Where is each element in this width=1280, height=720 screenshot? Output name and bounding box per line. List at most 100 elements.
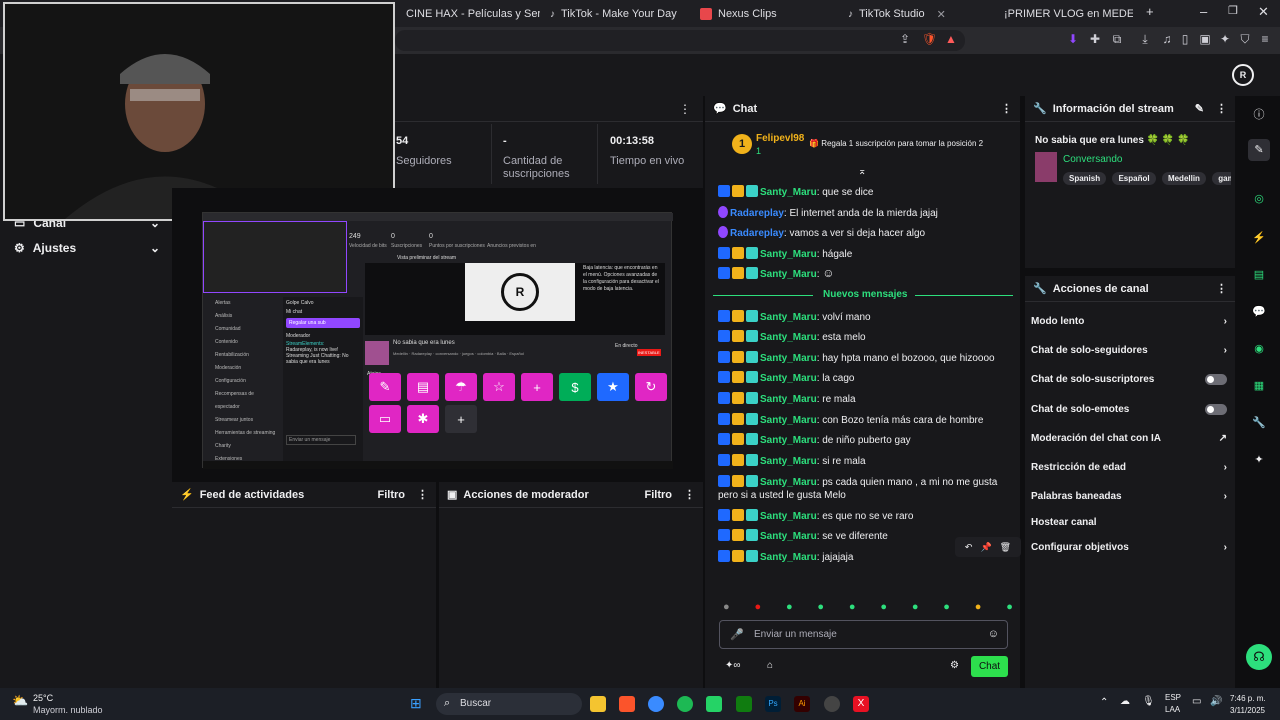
headset-support-icon[interactable]: ☊: [1246, 644, 1272, 670]
add-extension-icon[interactable]: ✦: [1248, 449, 1270, 471]
extension-icon[interactable]: ⧉: [1110, 32, 1124, 46]
emote-icon[interactable]: ●: [943, 601, 950, 615]
windows-start-icon[interactable]: ⊞: [410, 695, 428, 713]
lang-code[interactable]: ESP: [1165, 693, 1181, 702]
clock-time[interactable]: 7:46 p. m.: [1230, 694, 1266, 703]
delete-icon[interactable]: 🗑: [1000, 542, 1011, 553]
chat-username[interactable]: Santy_Maru: [760, 187, 817, 198]
minimize-button[interactable]: –: [1200, 4, 1207, 19]
reply-icon[interactable]: ↶: [965, 542, 973, 553]
emote-icon[interactable]: ●: [975, 601, 982, 615]
whatsapp-icon[interactable]: [706, 696, 722, 712]
send-chat-button[interactable]: Chat: [971, 656, 1008, 677]
wrench-icon[interactable]: 🔧: [1248, 412, 1270, 434]
target-icon[interactable]: ◎: [1248, 188, 1270, 210]
more-options-icon[interactable]: ⋮: [684, 488, 695, 501]
chat-username[interactable]: Santy_Maru: [760, 394, 817, 405]
action-age-restriction[interactable]: Restricción de edad ›: [1031, 462, 1227, 473]
puzzle-icon[interactable]: ✚: [1088, 32, 1102, 46]
action-followers-only[interactable]: Chat de solo-seguidores ›: [1031, 345, 1227, 356]
new-tab-button[interactable]: +: [1146, 4, 1154, 19]
chat-message[interactable]: Santy_Maru: que se dice: [718, 185, 1012, 199]
search-box[interactable]: ⌕ Buscar: [436, 693, 582, 715]
chat-username[interactable]: Santy_Maru: [760, 531, 817, 542]
gift-sub-prompt[interactable]: 🎁 Regala 1 suscripción para tomar la pos…: [809, 139, 983, 148]
menu-icon[interactable]: ≡: [1258, 32, 1272, 46]
edit-icon[interactable]: ✎: [1195, 102, 1204, 115]
brave-icon[interactable]: [619, 696, 635, 712]
browser-tab-2[interactable]: ♪ TikTok - Make Your Day: [550, 4, 685, 24]
layout-icon[interactable]: ▦: [1248, 375, 1270, 397]
clock-date[interactable]: 3/11/2025: [1230, 706, 1265, 715]
download-icon[interactable]: ⤓: [1138, 32, 1152, 46]
illustrator-icon[interactable]: Ai: [794, 696, 810, 712]
pencil-icon[interactable]: ✎: [1248, 139, 1270, 161]
wallet-icon[interactable]: ▣: [1198, 32, 1212, 46]
sidebar-item-settings[interactable]: ⚙ Ajustes ⌄: [14, 241, 160, 255]
browser-tab-1[interactable]: CINE HAX - Películas y Series GRA: [400, 4, 540, 24]
emote-icon[interactable]: ●: [880, 601, 887, 615]
emoji-icon[interactable]: ☺: [988, 628, 999, 640]
emote-icon[interactable]: ●: [849, 601, 856, 615]
chat-message[interactable]: Radareplay: vamos a ver si deja hacer al…: [718, 226, 1012, 240]
sidebar-toggle-icon[interactable]: ▯: [1178, 32, 1192, 46]
chat-username[interactable]: Santy_Maru: [760, 312, 817, 323]
chat-username[interactable]: Santy_Maru: [760, 332, 817, 343]
lang-layout[interactable]: LAA: [1165, 705, 1180, 714]
filter-button[interactable]: Filtro: [645, 489, 673, 501]
chat-username[interactable]: Santy_Maru: [760, 456, 817, 467]
volume-icon[interactable]: 🔊: [1210, 696, 1222, 707]
chat-username[interactable]: Santy_Maru: [760, 249, 817, 260]
browser-tab-5[interactable]: ¡PRIMER VLOG en MEDELLIN! co: [998, 4, 1133, 24]
chat-settings-icon[interactable]: ⚙: [950, 660, 959, 671]
chat-message[interactable]: Santy_Maru: con Bozo tenía más cara de h…: [718, 413, 1012, 427]
extension-twitch-icon[interactable]: ⬇: [1066, 32, 1080, 46]
more-options-icon[interactable]: ⋮: [1216, 282, 1227, 295]
info-icon[interactable]: ⓘ: [1248, 104, 1270, 126]
browser-tab-4[interactable]: ♪ TikTok Studio ✕: [848, 4, 983, 24]
chat-message[interactable]: Santy_Maru: ☺: [718, 267, 1012, 281]
emote-icon[interactable]: ●: [754, 601, 761, 615]
weather-icon[interactable]: ⛅: [12, 693, 28, 709]
chat-input[interactable]: 🎤 Enviar un mensaje ☺: [719, 620, 1008, 649]
chat-message[interactable]: Santy_Maru: ps cada quien mano , a mi no…: [718, 475, 1012, 502]
microphone-icon[interactable]: 🎤: [730, 628, 744, 641]
chat-message[interactable]: Santy_Maru: hay hpta mano el bozooo, que…: [718, 351, 1012, 365]
chat-username[interactable]: Santy_Maru: [760, 435, 817, 446]
lightning-icon[interactable]: ⚡: [1248, 227, 1270, 249]
photoshop-icon[interactable]: Ps: [765, 696, 781, 712]
chat-message[interactable]: Santy_Maru: volví mano: [718, 310, 1012, 324]
chat-message[interactable]: Santy_Maru: de niño puberto gay: [718, 433, 1012, 447]
brave-rewards-icon[interactable]: ▲: [944, 32, 958, 46]
chat-message[interactable]: Santy_Maru: hágale: [718, 247, 1012, 261]
chat-username[interactable]: Santy_Maru: [760, 477, 817, 488]
cloud-icon[interactable]: ☁: [1120, 696, 1130, 707]
emote-icon[interactable]: ●: [723, 601, 730, 615]
more-options-icon[interactable]: ⋮: [417, 488, 428, 501]
broadcast-icon[interactable]: ◉: [1248, 338, 1270, 360]
emotes-only-toggle[interactable]: [1205, 404, 1227, 415]
chat-username[interactable]: Santy_Maru: [760, 415, 817, 426]
action-slow-mode[interactable]: Modo lento ›: [1031, 316, 1227, 327]
xbox-icon[interactable]: [736, 696, 752, 712]
app-x-icon[interactable]: X: [853, 696, 869, 712]
chat-message[interactable]: Radareplay: El internet anda de la mierd…: [718, 206, 1012, 220]
tag[interactable]: Medellin: [1161, 172, 1206, 185]
chat-username[interactable]: Santy_Maru: [760, 552, 817, 563]
action-host-channel[interactable]: Hostear canal: [1031, 517, 1227, 528]
spotify-icon[interactable]: [677, 696, 693, 712]
maximize-button[interactable]: ❐: [1228, 4, 1238, 17]
filter-button[interactable]: Filtro: [378, 489, 406, 501]
tag[interactable]: Spanish: [1063, 172, 1107, 185]
tag[interactable]: Español: [1112, 172, 1156, 185]
pin-icon[interactable]: 📌: [980, 542, 991, 553]
action-banned-words[interactable]: Palabras baneadas ›: [1031, 491, 1227, 502]
subs-only-toggle[interactable]: [1205, 374, 1227, 385]
chat-username[interactable]: Radareplay: [730, 208, 784, 219]
chevron-up-icon[interactable]: ⌃: [1100, 697, 1108, 708]
share-icon[interactable]: ⇪: [898, 32, 912, 46]
browser-tab-3[interactable]: Nexus Clips: [700, 4, 830, 24]
leaderboard-user[interactable]: Felipevl98: [756, 133, 804, 144]
network-icon[interactable]: ▭: [1192, 696, 1201, 707]
collapse-arrow-icon[interactable]: ⌅: [858, 166, 866, 177]
